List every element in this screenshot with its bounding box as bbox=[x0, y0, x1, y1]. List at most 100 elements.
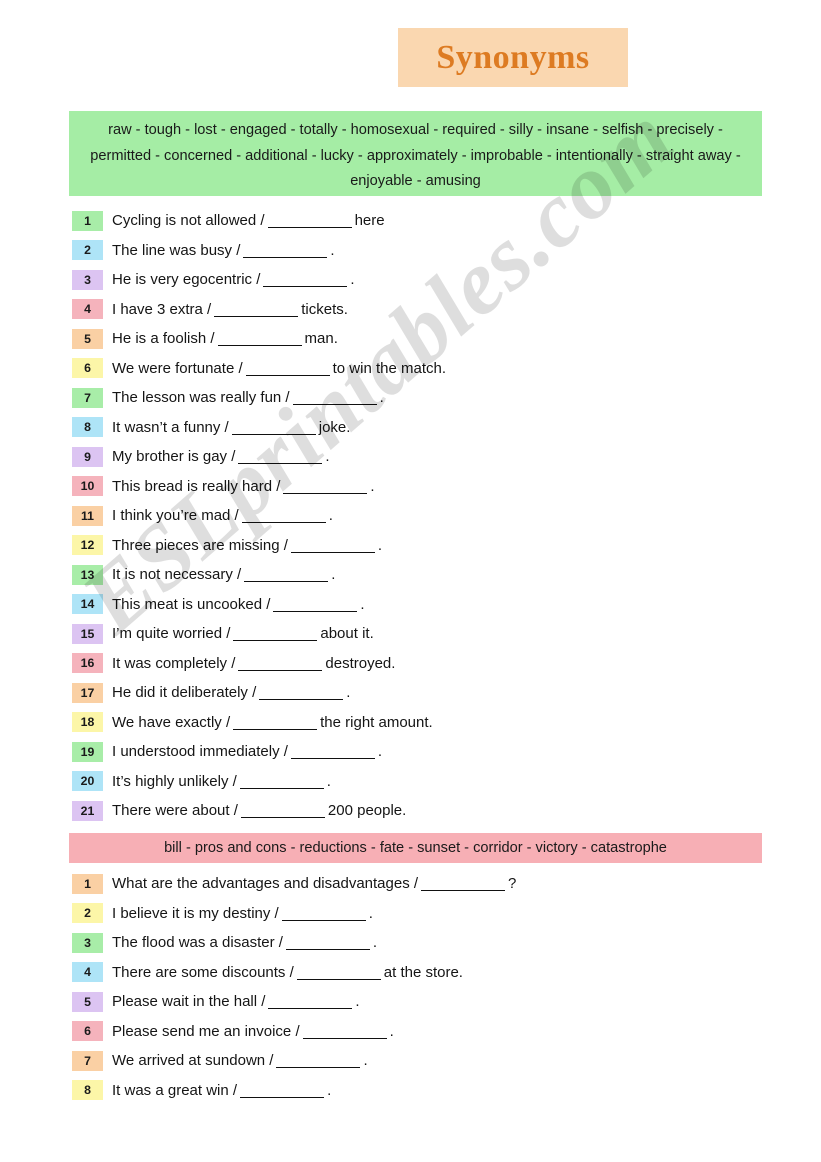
answer-blank[interactable] bbox=[302, 1037, 387, 1039]
exercise-sentence: He is a foolish / man. bbox=[103, 330, 338, 347]
exercise-sentence: Please wait in the hall /. bbox=[103, 993, 360, 1010]
word-bank-2: bill - pros and cons - reductions - fate… bbox=[69, 833, 762, 863]
exercise-number-badge: 8 bbox=[72, 1080, 103, 1101]
exercise-row: 14 This meat is uncooked /. bbox=[72, 590, 762, 620]
answer-blank[interactable] bbox=[285, 949, 370, 951]
answer-blank[interactable] bbox=[244, 581, 329, 583]
exercise-number-badge: 7 bbox=[72, 1050, 103, 1071]
answer-blank[interactable] bbox=[292, 404, 377, 406]
exercise-row: 4 I have 3 extra / tickets. bbox=[72, 295, 762, 325]
answer-blank[interactable] bbox=[240, 817, 325, 819]
answer-blank[interactable] bbox=[239, 787, 324, 789]
exercise-row: 8 It wasn’t a funny / joke. bbox=[72, 413, 762, 443]
exercise-row: 20 It’s highly unlikely /. bbox=[72, 767, 762, 797]
answer-blank[interactable] bbox=[290, 758, 375, 760]
exercise-sentence: What are the advantages and disadvantage… bbox=[103, 875, 516, 892]
sentence-prompt: It’s highly unlikely / bbox=[112, 772, 237, 790]
exercise-number-badge: 7 bbox=[72, 387, 103, 408]
exercise-sentence: It’s highly unlikely /. bbox=[103, 773, 331, 790]
answer-blank[interactable] bbox=[267, 227, 352, 229]
sentence-suffix: . bbox=[327, 1081, 332, 1099]
page-title-text: Synonyms bbox=[436, 38, 590, 76]
exercise-row: 3 He is very egocentric /. bbox=[72, 265, 762, 295]
sentence-suffix: about it. bbox=[320, 625, 374, 643]
exercise-number-badge: 5 bbox=[72, 991, 103, 1012]
sentence-prompt: Please wait in the hall / bbox=[112, 993, 266, 1011]
sentence-suffix: to win the match. bbox=[332, 359, 447, 377]
exercise-row: 7 The lesson was really fun /. bbox=[72, 383, 762, 413]
sentence-prompt: We were fortunate / bbox=[112, 359, 243, 377]
exercise-sentence: It wasn’t a funny / joke. bbox=[103, 419, 350, 436]
exercise-sentence: Cycling is not allowed / here bbox=[103, 212, 385, 229]
sentence-suffix: . bbox=[368, 904, 373, 922]
exercise-sentence: It was a great win /. bbox=[103, 1082, 331, 1099]
sentence-suffix: . bbox=[372, 934, 378, 952]
sentence-suffix: 200 people. bbox=[327, 802, 407, 820]
sentence-prompt: We have exactly / bbox=[112, 713, 231, 731]
sentence-prompt: I believe it is my destiny / bbox=[112, 904, 279, 922]
sentence-prompt: The line was busy / bbox=[112, 241, 241, 259]
exercise-sentence: I have 3 extra / tickets. bbox=[103, 301, 348, 318]
answer-blank[interactable] bbox=[290, 551, 375, 553]
answer-blank[interactable] bbox=[276, 1067, 361, 1069]
exercise-row: 2I believe it is my destiny /. bbox=[72, 899, 762, 929]
answer-blank[interactable] bbox=[259, 699, 344, 701]
exercise-list-2: 1 What are the advantages and disadvantag… bbox=[72, 869, 762, 1105]
exercise-number-badge: 4 bbox=[72, 299, 103, 320]
exercise-row: 8 It was a great win /. bbox=[72, 1076, 762, 1106]
sentence-suffix: . bbox=[326, 772, 331, 790]
sentence-suffix: . bbox=[346, 684, 351, 702]
answer-blank[interactable] bbox=[238, 463, 323, 465]
sentence-suffix: man. bbox=[304, 330, 338, 348]
exercise-sentence: He is very egocentric /. bbox=[103, 271, 355, 288]
sentence-suffix: . bbox=[355, 993, 360, 1011]
sentence-prompt: There were about / bbox=[112, 802, 238, 820]
sentence-prompt: It was completely / bbox=[112, 654, 236, 672]
exercise-row: 1 What are the advantages and disadvantag… bbox=[72, 869, 762, 899]
exercise-list-1: 1 Cycling is not allowed / here 2 The line w… bbox=[72, 206, 762, 826]
exercise-sentence: The line was busy /. bbox=[103, 242, 335, 259]
answer-blank[interactable] bbox=[238, 669, 323, 671]
answer-blank[interactable] bbox=[245, 374, 330, 376]
sentence-prompt: He is very egocentric / bbox=[112, 271, 261, 289]
sentence-prompt: This bread is really hard / bbox=[112, 477, 281, 495]
exercise-row: 10 This bread is really hard /. bbox=[72, 472, 762, 502]
answer-blank[interactable] bbox=[233, 640, 318, 642]
exercise-number-badge: 4 bbox=[72, 962, 103, 983]
answer-blank[interactable] bbox=[241, 522, 326, 524]
answer-blank[interactable] bbox=[214, 315, 299, 317]
exercise-number-badge: 10 bbox=[72, 476, 103, 497]
sentence-prompt: It is not necessary / bbox=[112, 566, 242, 584]
exercise-number-badge: 5 bbox=[72, 328, 103, 349]
sentence-suffix: . bbox=[331, 566, 336, 584]
answer-blank[interactable] bbox=[233, 728, 318, 730]
exercise-sentence: It is not necessary /. bbox=[103, 566, 335, 583]
exercise-sentence: There were about / 200 people. bbox=[103, 802, 406, 819]
exercise-number-badge: 14 bbox=[72, 594, 103, 615]
sentence-suffix: here bbox=[354, 212, 385, 230]
answer-blank[interactable] bbox=[296, 978, 381, 980]
exercise-sentence: I understood immediately /. bbox=[103, 743, 382, 760]
exercise-sentence: There are some discounts / at the store. bbox=[103, 964, 463, 981]
exercise-sentence: Three pieces are missing /. bbox=[103, 537, 382, 554]
sentence-prompt: It wasn’t a funny / bbox=[112, 418, 229, 436]
answer-blank[interactable] bbox=[421, 890, 506, 892]
answer-blank[interactable] bbox=[263, 286, 348, 288]
answer-blank[interactable] bbox=[243, 256, 328, 258]
answer-blank[interactable] bbox=[281, 919, 366, 921]
answer-blank[interactable] bbox=[217, 345, 302, 347]
sentence-suffix: . bbox=[389, 1022, 394, 1040]
sentence-prompt: We arrived at sundown / bbox=[112, 1052, 274, 1070]
answer-blank[interactable] bbox=[283, 492, 368, 494]
exercise-row: 9 My brother is gay /. bbox=[72, 442, 762, 472]
sentence-prompt: He did it deliberately / bbox=[112, 684, 257, 702]
sentence-prompt: What are the advantages and disadvantage… bbox=[112, 875, 419, 893]
answer-blank[interactable] bbox=[240, 1096, 325, 1098]
exercise-sentence: The flood was a disaster /. bbox=[103, 934, 377, 951]
answer-blank[interactable] bbox=[268, 1008, 353, 1010]
sentence-suffix: . bbox=[360, 595, 365, 613]
exercise-sentence: My brother is gay /. bbox=[103, 448, 330, 465]
answer-blank[interactable] bbox=[273, 610, 358, 612]
exercise-number-badge: 9 bbox=[72, 446, 103, 467]
answer-blank[interactable] bbox=[231, 433, 316, 435]
